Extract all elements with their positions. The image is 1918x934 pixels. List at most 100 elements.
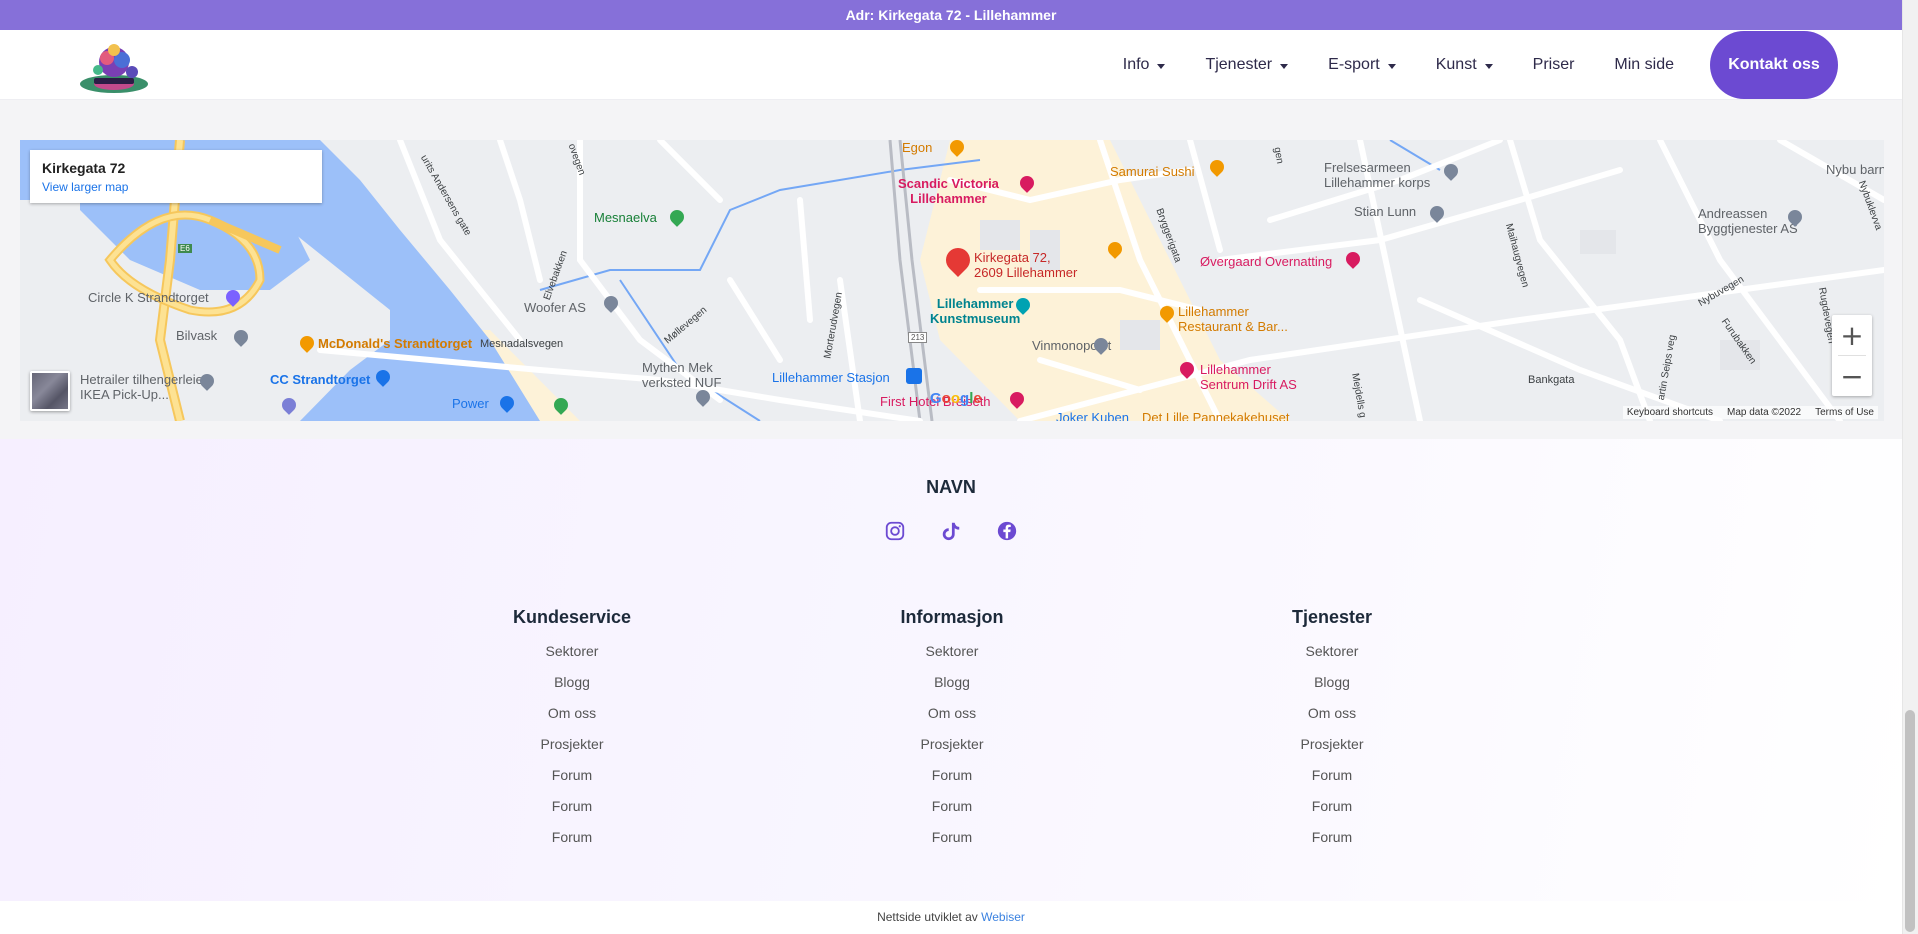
nav-esport[interactable]: E-sport [1328,56,1396,74]
footer-link[interactable]: Prosjekter [462,729,682,760]
footer-link[interactable]: Om oss [842,698,1062,729]
footer-link[interactable]: Forum [462,760,682,791]
contact-button[interactable]: Kontakt oss [1710,31,1838,99]
footer-column-title: Tjenester [1291,607,1373,627]
map-label-cc: CC Strandtorget [270,372,371,387]
address-text: Adr: Kirkegata 72 - Lillehammer [845,7,1057,23]
keyboard-shortcuts-link[interactable]: Keyboard shortcuts [1627,407,1713,418]
footer-column-title: Kundeservice [512,607,632,627]
logo[interactable] [74,36,154,96]
footer-link[interactable]: Forum [462,791,682,822]
map-label-e6: E6 [178,244,192,253]
footer-link[interactable]: Om oss [1222,698,1442,729]
map-label-scandic: Scandic Victoria Lillehammer [898,176,999,206]
site-header: Info Tjenester E-sport Kunst Priser Min … [0,30,1902,100]
scrollbar-thumb[interactable] [1905,710,1915,932]
footer-link[interactable]: Forum [842,791,1062,822]
nav-tjenester-label: Tjenester [1205,56,1273,73]
footer-link[interactable]: Blogg [462,667,682,698]
address-bar: Adr: Kirkegata 72 - Lillehammer [0,0,1902,30]
site-credit: Nettside utviklet av Webiser [0,901,1902,934]
footer-brand: NAVN [926,477,976,497]
map-label-joker: Joker Kuben [1056,410,1129,421]
map-label-overgaard: Øvergaard Overnatting [1200,254,1333,269]
footer-column-kundeservice: Kundeservice Sektorer Blogg Om oss Prosj… [462,607,682,853]
map-label-egon: Egon [902,140,933,155]
map-label-andreassen: Andreassen Byggtjenester AS [1698,206,1798,236]
train-station-icon[interactable] [906,368,922,384]
map-label-r213: 213 [908,332,928,343]
chevron-down-icon [1387,63,1396,69]
nav-kunst[interactable]: Kunst [1436,56,1493,74]
map-label-bankgata: Bankgata [1528,374,1575,386]
social-links [0,519,1902,543]
map-label-lh-sentrum: Lillehammer Sentrum Drift AS [1200,362,1297,392]
satellite-toggle[interactable] [30,371,70,411]
footer-link[interactable]: Forum [842,760,1062,791]
nav-priser[interactable]: Priser [1533,56,1575,74]
footer-link[interactable]: Forum [1222,760,1442,791]
nav-priser-label: Priser [1532,56,1575,73]
footer-column-title: Informasjon [900,607,1004,627]
nav-tjenester[interactable]: Tjenester [1205,56,1289,74]
chevron-down-icon [1280,63,1289,69]
footer-link[interactable]: Prosjekter [842,729,1062,760]
footer-link[interactable]: Forum [1222,791,1442,822]
page: Adr: Kirkegata 72 - Lillehammer Info Tje… [0,0,1918,934]
footer-link[interactable]: Forum [462,822,682,853]
nav-min-side-label: Min side [1614,56,1674,73]
nav-esport-label: E-sport [1328,56,1380,73]
map-label-mesnaelva: Mesnaelva [594,210,657,225]
footer-link[interactable]: Sektorer [842,636,1062,667]
footer-column-informasjon: Informasjon Sektorer Blogg Om oss Prosje… [842,607,1062,853]
embedded-map[interactable]: Kirkegata 72, 2609 Lillehammer Egon Scand… [20,140,1884,421]
page-scrollbar[interactable] [1902,0,1918,934]
map-label-samurai: Samurai Sushi [1110,164,1195,179]
site-footer: NAVN Kundeservice Sektorer Blogg Om oss … [0,439,1902,901]
chevron-down-icon [1484,63,1493,69]
footer-link[interactable]: Om oss [462,698,682,729]
map-label-circlek: Circle K Strandtorget [88,290,209,305]
map-label-kirkegata: Kirkegata 72, 2609 Lillehammer [974,250,1078,280]
zoom-control: + − [1832,315,1872,396]
zoom-out-button[interactable]: − [1832,356,1872,396]
nav-info-label: Info [1122,56,1150,73]
nav-kunst-label: Kunst [1435,56,1477,73]
map-label-power: Power [452,396,489,411]
map-label-pannekake: Det Lille Pannekakehuset [1142,410,1290,421]
footer-link[interactable]: Prosjekter [1222,729,1442,760]
map-label-mcdonalds: McDonald's Strandtorget [318,336,473,351]
footer-link[interactable]: Forum [842,822,1062,853]
terms-of-use-link[interactable]: Terms of Use [1815,407,1874,418]
zoom-in-button[interactable]: + [1832,315,1872,355]
view-larger-map-link[interactable]: View larger map [42,180,310,194]
map-label-bilvask: Bilvask [176,328,218,343]
map-label-mesnadalsvegen: Mesnadalsvegen [480,338,564,350]
map-label-stian: Stian Lunn [1354,204,1417,219]
footer-link[interactable]: Blogg [1222,667,1442,698]
webiser-link[interactable]: Webiser [981,910,1025,924]
credit-text: Nettside utviklet av [877,910,978,924]
footer-link[interactable]: Sektorer [1222,636,1442,667]
main-nav: Info Tjenester E-sport Kunst Priser Min … [1083,30,1838,100]
map-info-card: Kirkegata 72 View larger map [30,150,322,203]
map-label-stasjon: Lillehammer Stasjon [772,370,890,385]
footer-link[interactable]: Forum [1222,822,1442,853]
map-label-nybu: Nybu barne [1826,162,1884,177]
footer-link[interactable]: Sektorer [462,636,682,667]
map-data-text: Map data ©2022 [1727,407,1802,418]
facebook-icon[interactable] [995,519,1019,543]
footer-link[interactable]: Blogg [842,667,1062,698]
instagram-icon[interactable] [883,519,907,543]
map-label-lh-restaurant: Lillehammer Restaurant & Bar... [1178,304,1288,334]
tiktok-icon[interactable] [939,519,963,543]
map-label-frelsesarmeen: Frelsesarmeen Lillehammer korps [1324,160,1431,190]
nav-info[interactable]: Info [1123,56,1166,74]
chevron-down-icon [1157,63,1166,69]
map-label-tilhenger: Hetrailer tilhengerleie IKEA Pick-Up... [80,372,203,402]
map-attribution: Keyboard shortcuts Map data ©2022 Terms … [1622,406,1878,419]
map-card-title: Kirkegata 72 [42,160,126,176]
google-logo: Google [930,390,982,407]
nav-min-side[interactable]: Min side [1614,56,1674,74]
footer-column-tjenester: Tjenester Sektorer Blogg Om oss Prosjekt… [1222,607,1442,853]
